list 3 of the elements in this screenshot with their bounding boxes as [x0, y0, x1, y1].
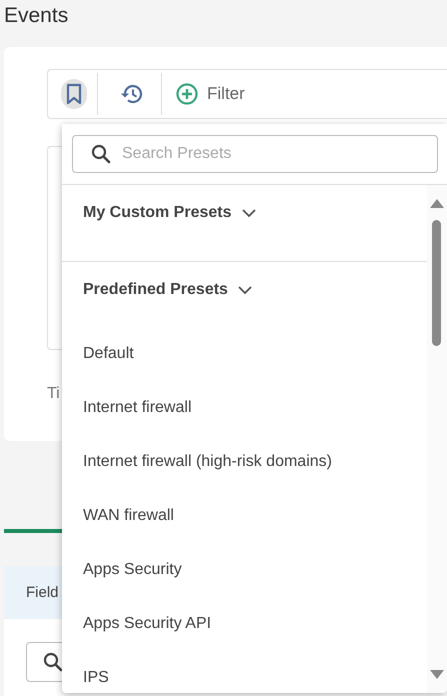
page-title: Events — [4, 4, 68, 28]
time-label: Ti — [47, 385, 60, 403]
fields-label: Field — [26, 584, 59, 601]
